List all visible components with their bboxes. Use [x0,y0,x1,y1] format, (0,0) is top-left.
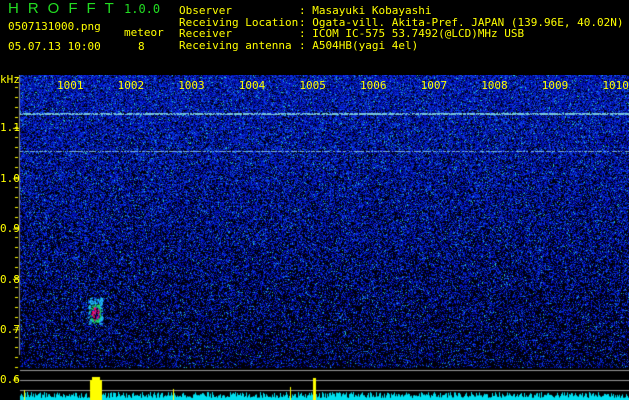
time-label: 1008 [481,79,508,92]
time-label: 1005 [299,79,326,92]
station-info: Observer: Masayuki Kobayashi Receiving Lo… [179,5,624,51]
y-tick-label: 0.9 [0,222,20,235]
meteor-label: meteor [124,26,164,39]
y-tick-label: 0.7 [0,323,20,336]
time-label: 1003 [178,79,205,92]
date-time: 05.07.13 10:00 [8,40,101,53]
app-title: HROFFT [8,0,123,17]
time-label: 1006 [360,79,387,92]
time-label: 1007 [420,79,448,92]
app-version: 1.0.0 [124,2,161,16]
y-tick-label: 1.1 [0,121,20,134]
info-label: Receiving antenna [179,38,292,52]
time-label: 1010 [602,79,629,92]
spectrogram-canvas [0,75,629,400]
time-label: 1001 [57,79,84,92]
time-label: 1002 [117,79,145,92]
y-tick-label: 0.6 [0,373,20,386]
y-tick-label: 1.0 [0,172,20,185]
info-value: A504HB(yagi 4el) [312,38,419,52]
file-name: 0507131000.png [8,20,101,33]
y-unit-label: kHz [0,73,20,86]
y-tick-label: 0.8 [0,273,20,286]
meteor-count: 8 [138,40,145,53]
time-label: 1004 [238,79,266,92]
info-antenna: Receiving antenna: A504HB(yagi 4el) [179,38,419,52]
info-label: Observer [179,4,232,17]
info-label: Receiver [179,27,232,40]
time-label: 1009 [541,79,569,92]
